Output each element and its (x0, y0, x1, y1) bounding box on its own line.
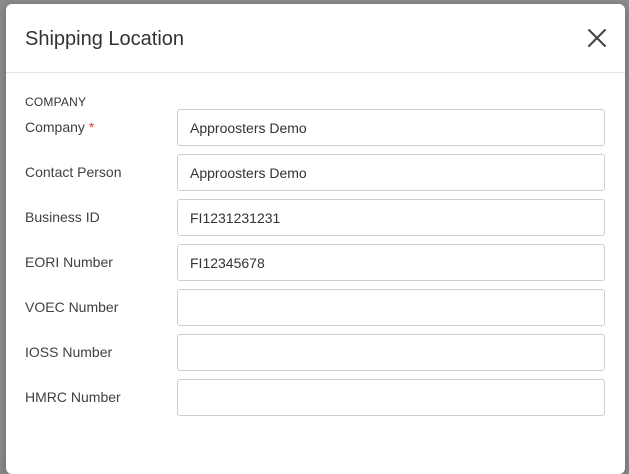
form-row-business-id: Business ID (6, 199, 625, 236)
voec-number-label: VOEC Number (25, 299, 119, 315)
hmrc-number-input[interactable] (177, 379, 605, 416)
close-icon (588, 29, 606, 47)
voec-number-input[interactable] (177, 289, 605, 326)
close-button[interactable] (583, 24, 611, 52)
dialog-title: Shipping Location (25, 28, 185, 50)
ioss-number-label: IOSS Number (25, 344, 113, 360)
business-id-label: Business ID (25, 209, 100, 225)
ioss-number-input[interactable] (177, 334, 605, 371)
eori-number-input[interactable] (177, 244, 605, 281)
shipping-location-dialog: Shipping Location COMPANY Company* Conta… (6, 4, 625, 474)
form-row-voec-number: VOEC Number (6, 289, 625, 326)
business-id-input[interactable] (177, 199, 605, 236)
contact-person-label: Contact Person (25, 164, 122, 180)
section-heading-company: COMPANY (25, 95, 87, 109)
eori-number-label: EORI Number (25, 254, 113, 270)
form-row-ioss-number: IOSS Number (6, 334, 625, 371)
required-indicator: * (88, 119, 95, 135)
company-label: Company * (25, 119, 95, 135)
form-row-eori-number: EORI Number (6, 244, 625, 281)
form-row-contact-person: Contact Person (6, 154, 625, 191)
hmrc-number-label: HMRC Number (25, 389, 121, 405)
dialog-header: Shipping Location (6, 4, 625, 73)
contact-person-input[interactable] (177, 154, 605, 191)
form-row-company: Company * (6, 109, 625, 146)
company-input[interactable] (177, 109, 605, 146)
form-row-hmrc-number: HMRC Number (6, 379, 625, 416)
